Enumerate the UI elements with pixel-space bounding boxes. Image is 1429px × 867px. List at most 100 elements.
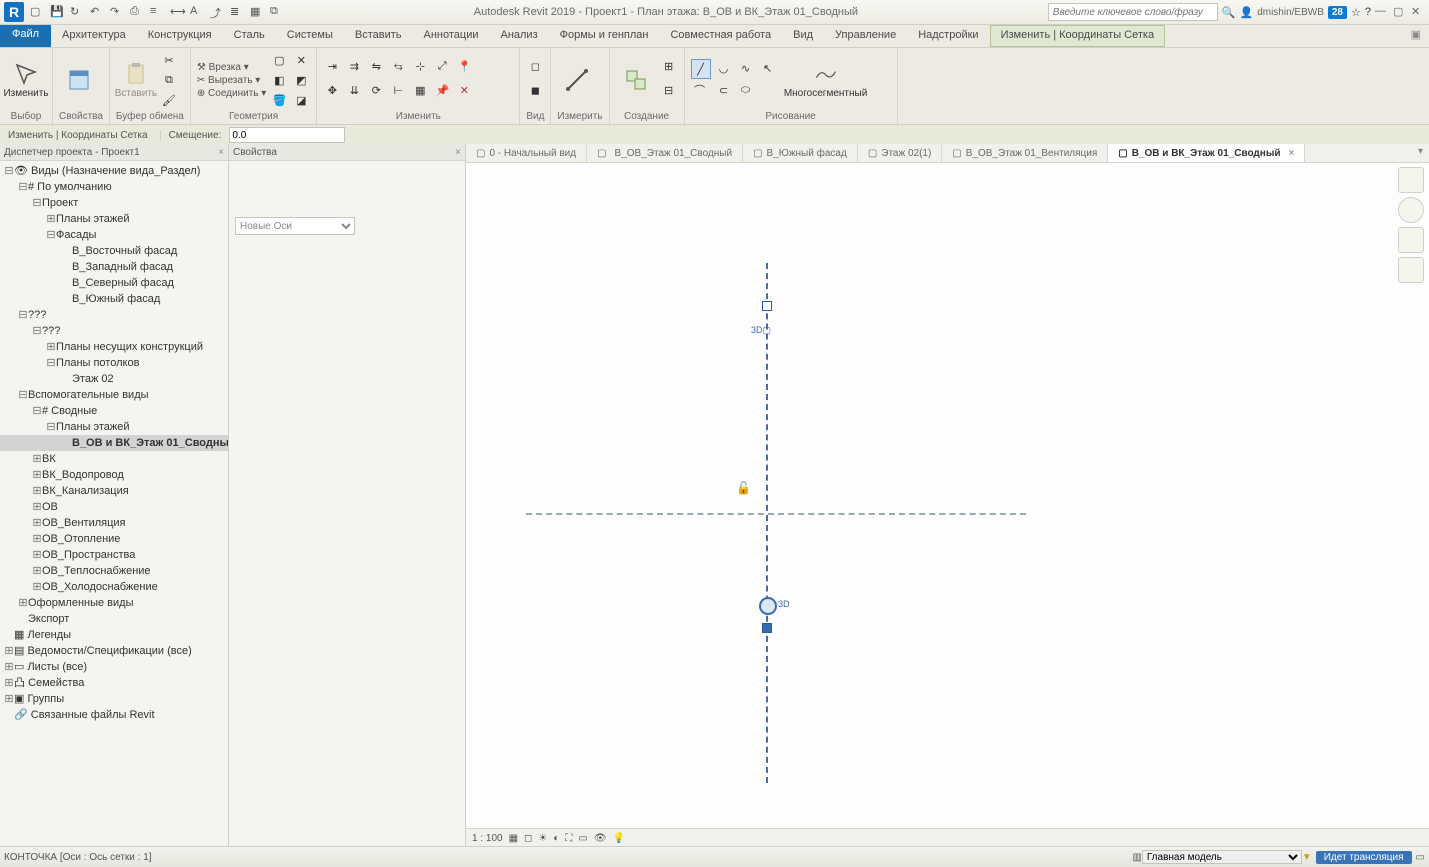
mirror-axis-icon[interactable]: ⇋ <box>367 57 385 75</box>
user-label[interactable]: dmishin/EBWB <box>1257 7 1324 18</box>
doctab-1[interactable]: ▢ В_ОВ_Этаж 01_Сводный <box>587 144 743 162</box>
tab-collaborate[interactable]: Совместная работа <box>659 25 782 47</box>
switch-windows-icon[interactable]: ⧉ <box>270 5 284 19</box>
doctab-close-icon[interactable]: × <box>1289 148 1295 159</box>
geom-tool2-icon[interactable]: ◪ <box>292 91 310 109</box>
mirror-draw-icon[interactable]: ⥃ <box>389 57 407 75</box>
tab-annotate[interactable]: Аннотации <box>413 25 490 47</box>
crop-region-icon[interactable]: ▭ <box>578 833 587 844</box>
status-worksets-icon[interactable]: ▥ <box>1132 852 1141 863</box>
nav-home-icon[interactable] <box>1398 167 1424 193</box>
rotate-icon[interactable]: ⟳ <box>367 81 385 99</box>
matchtype-icon[interactable]: 🖌 <box>160 91 178 109</box>
join-geom-button[interactable]: ⊕ Соединить ▾ <box>197 88 266 99</box>
hide-isolate-icon[interactable]: 👁 <box>594 833 607 844</box>
reveal-hidden-icon[interactable]: 💡 <box>613 833 625 844</box>
status-workset-select[interactable]: Главная модель <box>1142 850 1302 864</box>
status-filter-icon[interactable]: ▼ <box>1302 852 1312 863</box>
shadows-icon[interactable]: ◐ <box>553 833 559 844</box>
spline-icon[interactable]: ∿ <box>737 59 755 77</box>
nav-pan-icon[interactable] <box>1398 227 1424 253</box>
sync-icon[interactable]: ↻ <box>70 5 84 19</box>
offset-icon[interactable]: ⇉ <box>345 57 363 75</box>
doctabs-overflow-icon[interactable]: ▾ <box>1412 144 1429 162</box>
pin-icon[interactable]: 📌 <box>433 81 451 99</box>
measure-icon[interactable]: ≡ <box>150 5 164 19</box>
arc-tan-icon[interactable]: ⊂ <box>715 81 733 99</box>
tab-insert[interactable]: Вставить <box>344 25 413 47</box>
project-browser-tree[interactable]: ⊟👁 Виды (Назначение вида_Раздел) ⊟# По у… <box>0 161 228 847</box>
signin-icon[interactable]: 👤 <box>1239 6 1253 19</box>
demolish-icon[interactable]: ✕ <box>292 51 310 69</box>
close-icon[interactable]: ✕ <box>1411 5 1425 19</box>
text-icon[interactable]: A <box>190 5 204 19</box>
doctab-5[interactable]: ▢ В_ОВ и ВК_Этаж 01_Сводный× <box>1108 144 1305 162</box>
maximize-icon[interactable]: ▢ <box>1393 5 1407 19</box>
search-input[interactable] <box>1048 3 1218 21</box>
cut-icon[interactable]: ✂ <box>160 51 178 69</box>
open-icon[interactable]: ▢ <box>30 5 44 19</box>
detail-level-icon[interactable]: ▦ <box>509 833 518 844</box>
split-icon[interactable]: ⊹ <box>411 57 429 75</box>
create-similar-icon[interactable]: ⊞ <box>660 57 678 75</box>
offset-input[interactable] <box>229 127 345 143</box>
project-browser-close-icon[interactable]: × <box>218 147 224 158</box>
copy-move-icon[interactable]: ⇊ <box>345 81 363 99</box>
favorites-icon[interactable]: ☆ <box>1351 6 1361 19</box>
grid-lock-icon[interactable]: 🔓 <box>736 481 751 495</box>
create-group-button[interactable] <box>616 52 656 108</box>
doctab-4[interactable]: ▢ В_ОВ_Этаж 01_Вентиляция <box>942 144 1108 162</box>
modify-button[interactable]: Изменить <box>6 52 46 108</box>
trim-extend-icon[interactable]: ⊢ <box>389 81 407 99</box>
status-select-icon[interactable]: ▭ <box>1416 852 1425 863</box>
arc-center-icon[interactable]: ◡ <box>715 59 733 77</box>
save-icon[interactable]: 💾 <box>50 5 64 19</box>
type-selector[interactable]: Новые Оси <box>235 217 355 235</box>
doctab-2[interactable]: ▢ В_Южный фасад <box>743 144 858 162</box>
tab-analyze[interactable]: Анализ <box>489 25 548 47</box>
tab-architecture[interactable]: Архитектура <box>51 25 137 47</box>
tab-steel[interactable]: Сталь <box>223 25 276 47</box>
grid-drag-grip[interactable] <box>762 623 772 633</box>
grid-3d-toggle-bottom[interactable]: 3D <box>778 599 790 609</box>
nav-zoom-icon[interactable] <box>1398 257 1424 283</box>
arc-start-icon[interactable]: ⌒ <box>691 81 709 99</box>
dim-icon[interactable]: ⟷ <box>170 5 184 19</box>
scale-label[interactable]: 1 : 100 <box>472 833 503 844</box>
pick-lines-icon[interactable]: ↖ <box>759 59 777 77</box>
grid-3d-toggle-top[interactable]: 3D▢ <box>751 325 771 336</box>
properties-button[interactable] <box>59 52 99 108</box>
array-icon[interactable]: ▦ <box>411 81 429 99</box>
wall-opening-icon[interactable]: ▢ <box>270 51 288 69</box>
create-assembly-icon[interactable]: ⊟ <box>660 81 678 99</box>
paste-button[interactable]: Вставить <box>116 52 156 108</box>
move-icon[interactable]: ✥ <box>323 81 341 99</box>
tab-manage[interactable]: Управление <box>824 25 907 47</box>
split-face-icon[interactable]: ◧ <box>270 71 288 89</box>
properties-close-icon[interactable]: × <box>455 147 461 158</box>
delete-icon[interactable]: ✕ <box>455 81 473 99</box>
grid-endpoint-top[interactable] <box>762 301 772 311</box>
multisegment-button[interactable]: Многосегментный <box>781 52 871 108</box>
file-tab[interactable]: Файл <box>0 25 51 47</box>
copy-icon[interactable]: ⧉ <box>160 71 178 89</box>
cut-geom-button[interactable]: ✂ Вырезать ▾ <box>197 75 266 86</box>
geom-tool-icon[interactable]: ◩ <box>292 71 310 89</box>
tab-modify-grid[interactable]: Изменить | Координаты Сетка <box>990 25 1166 47</box>
section-icon[interactable]: ⤴ <box>210 5 224 19</box>
thin-lines-icon[interactable]: ≣ <box>230 5 244 19</box>
ellipse-icon[interactable]: ⬭ <box>737 81 755 99</box>
scale-icon[interactable]: ⤢ <box>433 57 451 75</box>
doctab-0[interactable]: ▢ 0 - Начальный вид <box>466 144 587 162</box>
tab-systems[interactable]: Системы <box>276 25 344 47</box>
nav-wheel-icon[interactable] <box>1398 197 1424 223</box>
close-hidden-icon[interactable]: ▦ <box>250 5 264 19</box>
tab-structure[interactable]: Конструкция <box>137 25 223 47</box>
print-icon[interactable]: ⎙ <box>130 5 144 19</box>
redo-icon[interactable]: ↷ <box>110 5 124 19</box>
sun-path-icon[interactable]: ☀ <box>538 833 547 844</box>
measure-button[interactable] <box>557 52 597 108</box>
tab-view[interactable]: Вид <box>782 25 824 47</box>
visual-style-icon[interactable]: ◻ <box>524 833 532 844</box>
line-tool-icon[interactable]: ╱ <box>691 59 711 79</box>
